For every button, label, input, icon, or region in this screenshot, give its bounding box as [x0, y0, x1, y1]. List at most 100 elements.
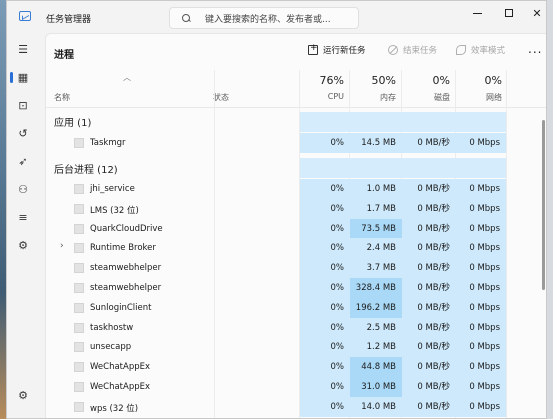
network-value: 0 Mbps	[456, 337, 506, 358]
memory-value: 2.5 MB	[350, 317, 402, 338]
nav-details[interactable]: ≡	[13, 207, 33, 227]
memory-value: 2.4 MB	[350, 238, 402, 259]
process-name: unsecapp	[90, 342, 132, 353]
nav-startup-apps[interactable]: ➶	[13, 151, 33, 171]
startup-apps-icon: ➶	[18, 154, 28, 168]
process-row[interactable]: Taskmgr 0% 14.5 MB 0 MB/秒 0 Mbps	[46, 133, 546, 153]
cpu-value: 0%	[300, 337, 350, 358]
settings-icon: ⚙	[18, 388, 28, 402]
cpu-value: 0%	[300, 297, 350, 318]
process-row[interactable]: steamwebhelper 0% 328.4 MB 0 MB/秒 0 Mbps	[46, 278, 546, 298]
process-icon	[74, 184, 84, 194]
processes-icon: ▦	[17, 70, 29, 84]
efficiency-mode-label: 效率模式	[471, 46, 506, 56]
process-row[interactable]: jhi_service 0% 1.0 MB 0 MB/秒 0 Mbps	[46, 179, 546, 199]
process-icon	[74, 342, 84, 353]
nav-settings[interactable]: ⚙	[13, 385, 33, 405]
process-name: taskhostw	[90, 322, 134, 333]
cpu-value: 0%	[300, 218, 350, 239]
process-icon	[74, 322, 84, 333]
minimize-button[interactable]	[461, 1, 493, 25]
cpu-value: 0%	[300, 396, 350, 417]
column-cpu[interactable]: CPU	[300, 92, 344, 101]
network-value: 0 Mbps	[456, 218, 506, 239]
users-icon: ⚇	[18, 182, 28, 196]
network-value: 0 Mbps	[456, 278, 506, 298]
memory-value: 328.4 MB	[350, 278, 402, 298]
column-status[interactable]: 状态	[213, 92, 229, 103]
disk-value: 0 MB/秒	[402, 297, 456, 318]
nav-users[interactable]: ⚇	[13, 179, 33, 199]
process-row[interactable]: LMS (32 位) 0% 1.7 MB 0 MB/秒 0 Mbps	[46, 198, 546, 219]
nav-app-history[interactable]: ↺	[13, 123, 33, 143]
network-value: 0 Mbps	[456, 396, 506, 417]
group-apps-header[interactable]: 应用 (1)	[54, 114, 91, 129]
more-options-button[interactable]: ...	[528, 42, 542, 56]
process-row[interactable]: WeChatAppEx 0% 31.0 MB 0 MB/秒 0 Mbps	[46, 377, 546, 397]
cpu-value: 0%	[300, 133, 350, 153]
efficiency-mode-button[interactable]: 效率模式	[456, 44, 505, 56]
memory-total[interactable]: 50%	[350, 74, 396, 87]
network-value: 0 Mbps	[456, 133, 506, 153]
search-box[interactable]: 键入要搜索的名称、发布者或...	[169, 7, 359, 29]
process-row[interactable]: wps (32 位) 0% 14.0 MB 0 MB/秒 0 Mbps	[46, 396, 546, 417]
disk-value: 0 MB/秒	[402, 179, 456, 199]
network-total[interactable]: 0%	[456, 74, 502, 87]
processes-panel: 进程 运行新任务 结束任务 效率模式 ... ︿ 名称 状态 76% CPU 5…	[45, 33, 546, 418]
disk-value: 0 MB/秒	[402, 337, 456, 358]
background-group-band	[300, 158, 506, 178]
cpu-total[interactable]: 76%	[300, 74, 344, 87]
column-disk[interactable]: 磁盘	[402, 92, 450, 103]
end-task-button[interactable]: 结束任务	[388, 44, 437, 56]
memory-value: 1.0 MB	[350, 179, 402, 199]
network-value: 0 Mbps	[456, 238, 506, 259]
performance-icon: ⊡	[18, 98, 28, 112]
column-network[interactable]: 网络	[456, 92, 502, 103]
disk-total[interactable]: 0%	[402, 74, 450, 87]
cpu-value: 0%	[300, 278, 350, 298]
process-icon	[74, 382, 84, 392]
nav-services[interactable]: ⚙	[13, 235, 33, 255]
process-row[interactable]: unsecapp 0% 1.2 MB 0 MB/秒 0 Mbps	[46, 337, 546, 358]
scrollbar-thumb[interactable]	[542, 120, 545, 290]
process-name: Taskmgr	[90, 138, 126, 148]
process-row[interactable]: steamwebhelper 0% 3.7 MB 0 MB/秒 0 Mbps	[46, 258, 546, 279]
process-row[interactable]: WeChatAppEx 0% 44.8 MB 0 MB/秒 0 Mbps	[46, 357, 546, 378]
title-bar[interactable]: 任务管理器 键入要搜索的名称、发布者或... ✕	[7, 1, 546, 33]
memory-value: 1.2 MB	[350, 337, 402, 358]
network-value: 0 Mbps	[456, 179, 506, 199]
page-title: 进程	[54, 50, 74, 61]
disk-value: 0 MB/秒	[402, 278, 456, 298]
window-title: 任务管理器	[46, 15, 92, 25]
group-background-header[interactable]: 后台进程 (12)	[54, 161, 118, 176]
disk-value: 0 MB/秒	[402, 218, 456, 239]
hamburger-icon: ☰	[18, 42, 28, 56]
cpu-value: 0%	[300, 317, 350, 338]
cpu-value: 0%	[300, 377, 350, 397]
process-row[interactable]: taskhostw 0% 2.5 MB 0 MB/秒 0 Mbps	[46, 317, 546, 338]
end-task-icon	[388, 45, 398, 55]
nav-performance[interactable]: ⊡	[13, 95, 33, 115]
process-row[interactable]: › Runtime Broker 0% 2.4 MB 0 MB/秒 0 Mbps	[46, 238, 546, 259]
process-row[interactable]: SunloginClient 0% 196.2 MB 0 MB/秒 0 Mbps	[46, 297, 546, 318]
expand-chevron-icon[interactable]: ›	[60, 241, 64, 251]
nav-processes[interactable]: ▦	[10, 67, 33, 87]
nav-menu-button[interactable]: ☰	[13, 39, 33, 59]
process-name: QuarkCloudDrive	[90, 223, 163, 234]
column-memory[interactable]: 内存	[350, 92, 396, 103]
disk-value: 0 MB/秒	[402, 258, 456, 279]
column-name[interactable]: 名称	[54, 92, 70, 103]
run-new-task-button[interactable]: 运行新任务	[308, 43, 366, 56]
search-input[interactable]: 键入要搜索的名称、发布者或...	[205, 12, 331, 25]
end-task-label: 结束任务	[403, 46, 438, 56]
left-navigation: ☰ ▦ ⊡ ↺ ➶ ⚇ ≡ ⚙ ⚙	[7, 33, 39, 418]
process-icon	[74, 263, 84, 274]
process-name: WeChatAppEx	[90, 362, 151, 373]
disk-value: 0 MB/秒	[402, 198, 456, 219]
close-button[interactable]: ✕	[521, 1, 546, 25]
process-icon	[74, 302, 84, 313]
memory-value: 1.7 MB	[350, 198, 402, 219]
memory-value: 73.5 MB	[350, 218, 402, 239]
process-row[interactable]: QuarkCloudDrive 0% 73.5 MB 0 MB/秒 0 Mbps	[46, 218, 546, 239]
process-name: WeChatAppEx	[90, 382, 151, 392]
